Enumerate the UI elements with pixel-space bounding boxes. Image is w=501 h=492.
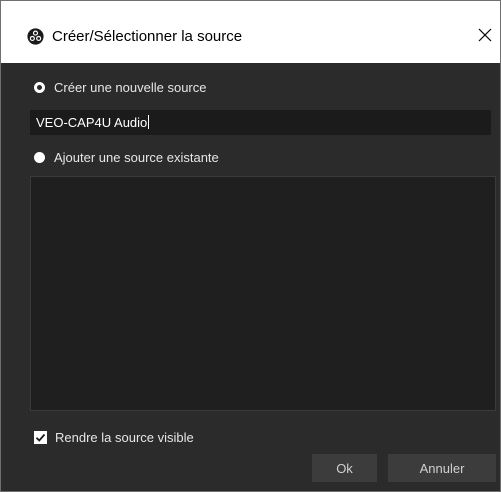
visible-checkbox-row[interactable]: Rendre la source visible bbox=[34, 427, 194, 447]
obs-logo-icon bbox=[27, 28, 44, 45]
close-button[interactable] bbox=[470, 19, 500, 51]
radio-create-new[interactable]: Créer une nouvelle source bbox=[34, 77, 206, 97]
close-icon bbox=[478, 28, 492, 42]
visible-checkbox[interactable] bbox=[34, 430, 47, 444]
checkmark-icon bbox=[35, 433, 46, 442]
ok-button[interactable]: Ok bbox=[312, 454, 377, 482]
source-name-value: VEO-CAP4U Audio bbox=[36, 115, 148, 130]
existing-sources-list[interactable] bbox=[30, 176, 496, 411]
radio-add-existing-label: Ajouter une source existante bbox=[54, 149, 219, 165]
source-name-input[interactable]: VEO-CAP4U Audio bbox=[30, 110, 491, 135]
text-caret bbox=[148, 115, 150, 129]
cancel-button[interactable]: Annuler bbox=[388, 454, 496, 482]
dialog-body: Créer une nouvelle source VEO-CAP4U Audi… bbox=[1, 63, 500, 491]
radio-create-new-indicator[interactable] bbox=[34, 81, 45, 93]
radio-create-new-label: Créer une nouvelle source bbox=[54, 79, 207, 95]
title-bar: Créer/Sélectionner la source bbox=[1, 1, 500, 63]
visible-checkbox-label: Rendre la source visible bbox=[55, 429, 194, 445]
create-select-source-dialog: Créer/Sélectionner la source Créer une n… bbox=[0, 0, 501, 492]
dialog-title: Créer/Sélectionner la source bbox=[52, 28, 243, 45]
radio-add-existing[interactable]: Ajouter une source existante bbox=[34, 147, 219, 167]
radio-add-existing-indicator[interactable] bbox=[34, 151, 45, 163]
